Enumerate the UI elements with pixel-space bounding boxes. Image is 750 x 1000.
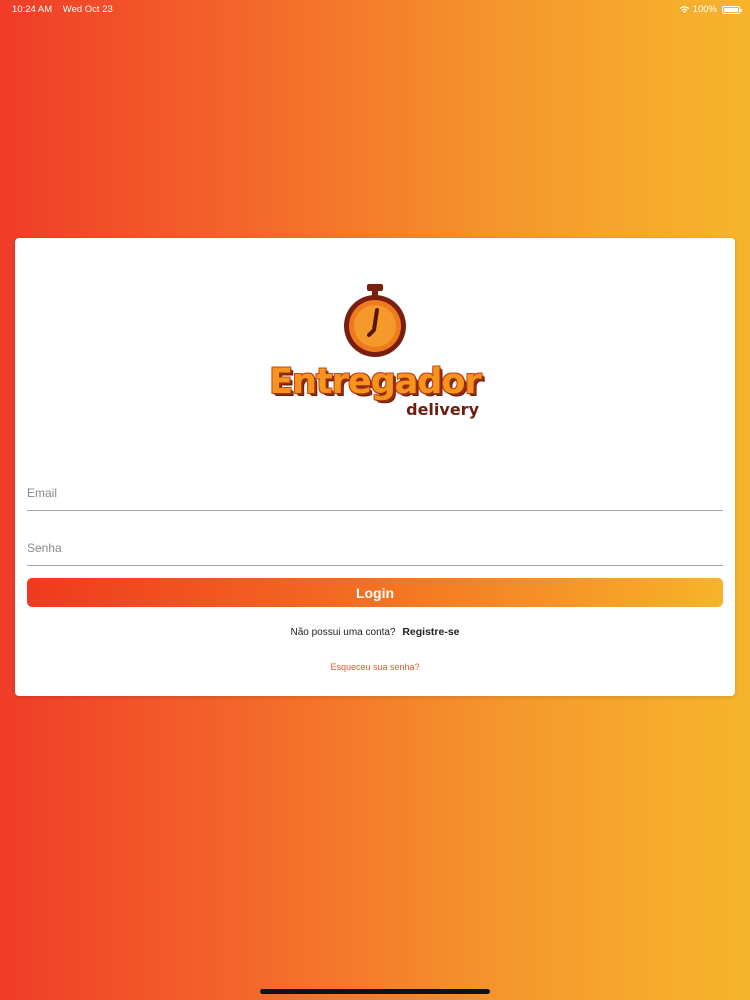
status-bar: 10:24 AM Wed Oct 23 100% <box>0 0 750 18</box>
status-right: 100% <box>679 4 742 15</box>
stopwatch-icon <box>344 284 406 357</box>
home-indicator[interactable] <box>260 989 490 994</box>
status-left: 10:24 AM Wed Oct 23 <box>12 4 121 15</box>
wifi-icon <box>679 6 689 14</box>
battery-percent: 100% <box>692 4 717 15</box>
email-field[interactable] <box>27 476 723 511</box>
battery-fill <box>724 7 738 12</box>
status-date: Wed Oct 23 <box>62 4 113 15</box>
password-input[interactable] <box>27 531 723 565</box>
password-field[interactable] <box>27 531 723 566</box>
register-question: Não possui uma conta? <box>290 627 396 638</box>
register-row: Não possui uma conta? Registre-se <box>15 626 735 638</box>
login-card: Entregador delivery Login Não possui uma… <box>15 238 735 696</box>
status-time: 10:24 AM <box>12 4 53 15</box>
logo-title: Entregador <box>269 362 482 402</box>
battery-icon <box>722 5 742 14</box>
register-link[interactable]: Registre-se <box>402 626 459 638</box>
login-button[interactable]: Login <box>27 578 723 607</box>
app-logo: Entregador delivery <box>265 282 485 422</box>
forgot-password-link[interactable]: Esqueceu sua senha? <box>15 662 735 672</box>
logo-subtitle: delivery <box>406 400 479 419</box>
email-input[interactable] <box>27 476 723 510</box>
login-label: Login <box>355 584 395 601</box>
